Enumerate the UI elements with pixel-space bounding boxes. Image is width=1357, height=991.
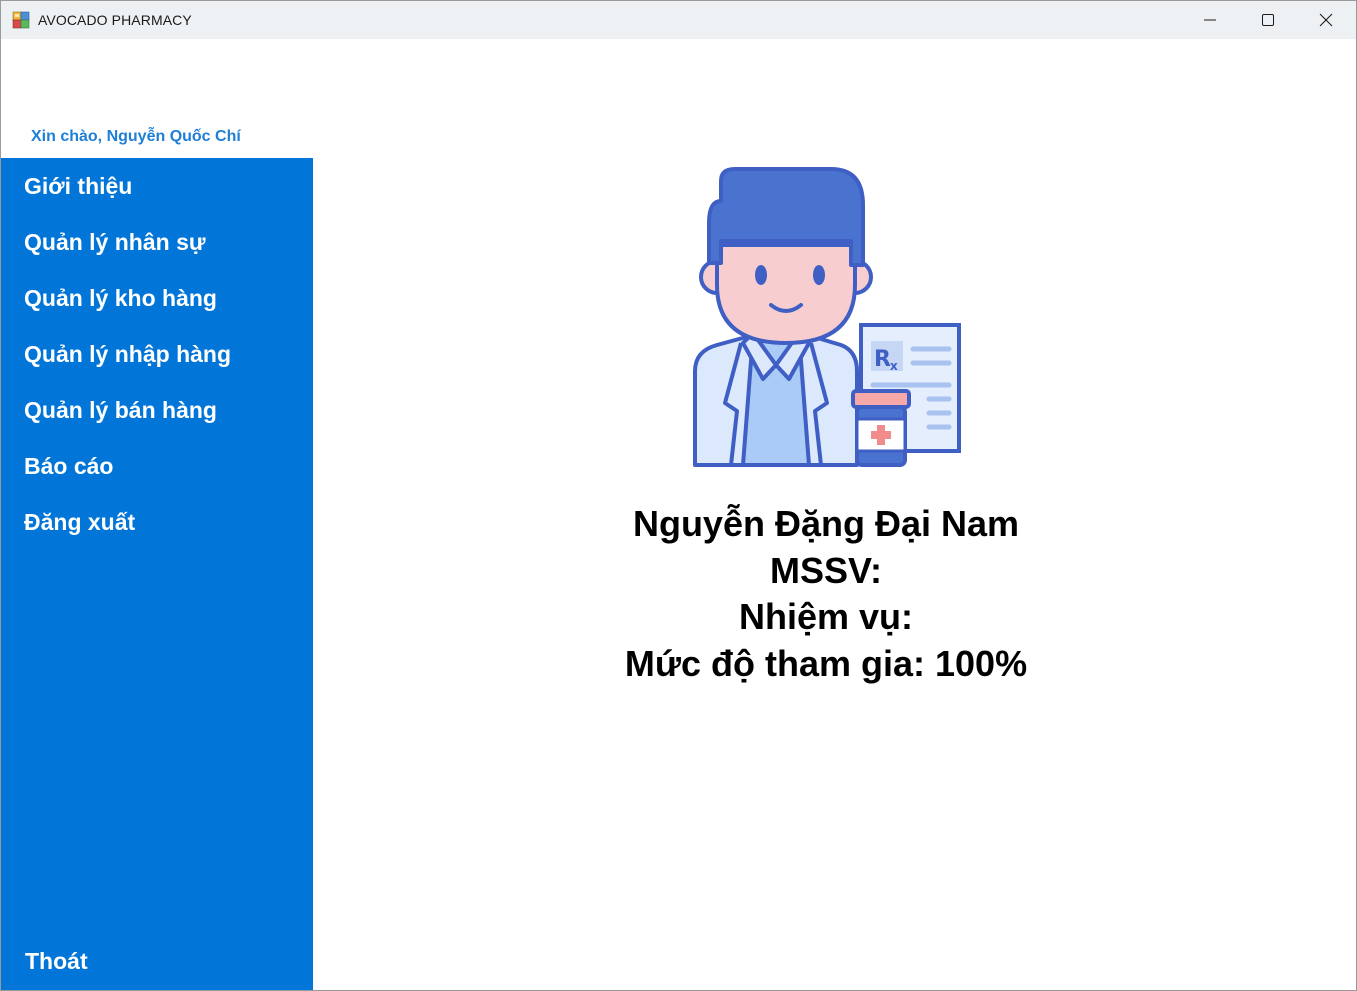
- app-icon: [12, 11, 30, 29]
- minimize-button[interactable]: [1181, 1, 1239, 39]
- svg-text:x: x: [890, 359, 898, 373]
- exit-button[interactable]: Thoát: [25, 948, 88, 975]
- member-info: Nguyễn Đặng Đại Nam MSSV: Nhiệm vụ: Mức …: [521, 501, 1131, 687]
- sidebar: Giới thiệu Quản lý nhân sự Quản lý kho h…: [1, 158, 313, 990]
- title-bar[interactable]: AVOCADO PHARMACY: [1, 1, 1356, 39]
- maximize-icon: [1262, 14, 1274, 26]
- sidebar-item-sales-management[interactable]: Quản lý bán hàng: [24, 397, 217, 424]
- close-icon: [1319, 13, 1333, 27]
- window-title: AVOCADO PHARMACY: [38, 12, 192, 28]
- sidebar-item-reports[interactable]: Báo cáo: [24, 453, 113, 480]
- sidebar-item-introduction[interactable]: Giới thiệu: [24, 173, 132, 200]
- app-window: AVOCADO PHARMACY Xin chào, Nguyễn Quốc C…: [0, 0, 1357, 991]
- sidebar-item-warehouse-management[interactable]: Quản lý kho hàng: [24, 285, 217, 312]
- close-button[interactable]: [1297, 1, 1355, 39]
- sidebar-item-logout[interactable]: Đăng xuất: [24, 509, 135, 536]
- greeting-label: Xin chào, Nguyễn Quốc Chí: [31, 128, 241, 145]
- member-name: Nguyễn Đặng Đại Nam: [632, 503, 1020, 544]
- pharmacist-illustration: R x: [693, 167, 961, 467]
- member-participation: Mức độ tham gia: 100%: [624, 642, 1028, 684]
- member-student-id: MSSV:: [769, 549, 883, 591]
- sidebar-item-import-management[interactable]: Quản lý nhập hàng: [24, 341, 231, 368]
- member-task: Nhiệm vụ:: [738, 596, 914, 637]
- svg-text:R: R: [874, 347, 891, 372]
- sidebar-item-staff-management[interactable]: Quản lý nhân sự: [24, 229, 206, 256]
- minimize-icon: [1204, 19, 1216, 21]
- maximize-button[interactable]: [1239, 1, 1297, 39]
